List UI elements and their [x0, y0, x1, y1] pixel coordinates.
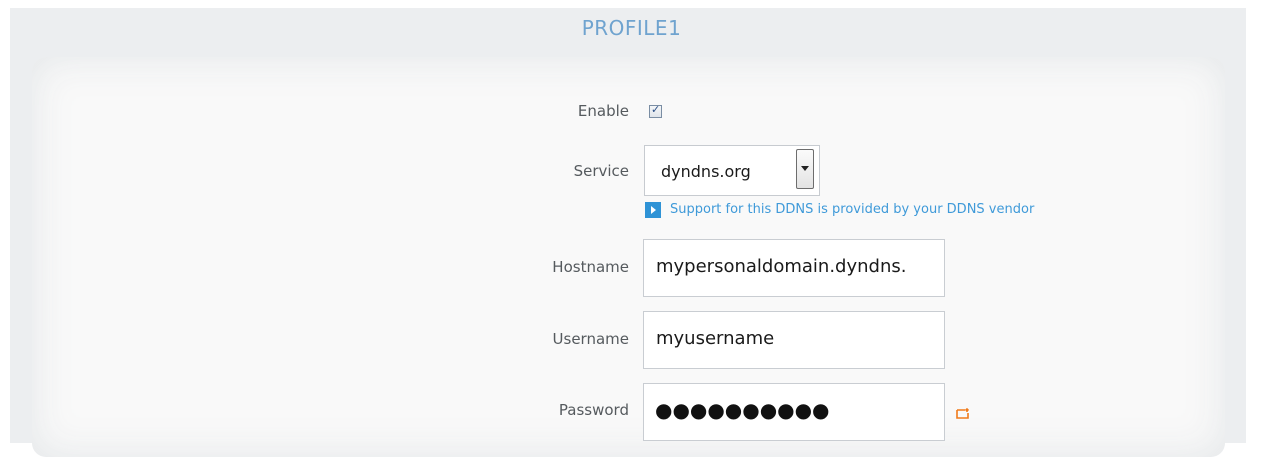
username-input[interactable]: myusername	[643, 311, 945, 369]
hostname-input[interactable]: mypersonaldomain.dyndns.	[643, 239, 945, 297]
enable-label: Enable	[577, 102, 629, 120]
profile-title: PROFILE1	[581, 16, 682, 40]
username-label: Username	[552, 330, 629, 348]
enable-checkbox[interactable]: ✓	[649, 103, 662, 118]
service-select-value: dyndns.org	[661, 162, 751, 181]
service-dropdown-button[interactable]	[796, 149, 814, 189]
service-select[interactable]: dyndns.org	[644, 145, 820, 196]
hostname-input-value: mypersonaldomain.dyndns.	[656, 256, 907, 277]
password-label: Password	[558, 401, 629, 419]
service-info-text: Support for this DDNS is provided by you…	[670, 202, 1035, 217]
username-input-value: myusername	[656, 328, 775, 349]
password-input[interactable]: ●●●●●●●●●●	[643, 383, 945, 441]
info-arrow-icon	[645, 202, 661, 218]
checkmark-icon: ✓	[651, 103, 661, 116]
service-label: Service	[573, 162, 629, 180]
chevron-down-icon	[801, 166, 809, 171]
hostname-label: Hostname	[552, 258, 629, 276]
password-input-value: ●●●●●●●●●●	[655, 398, 830, 422]
show-password-icon[interactable]	[956, 408, 969, 419]
